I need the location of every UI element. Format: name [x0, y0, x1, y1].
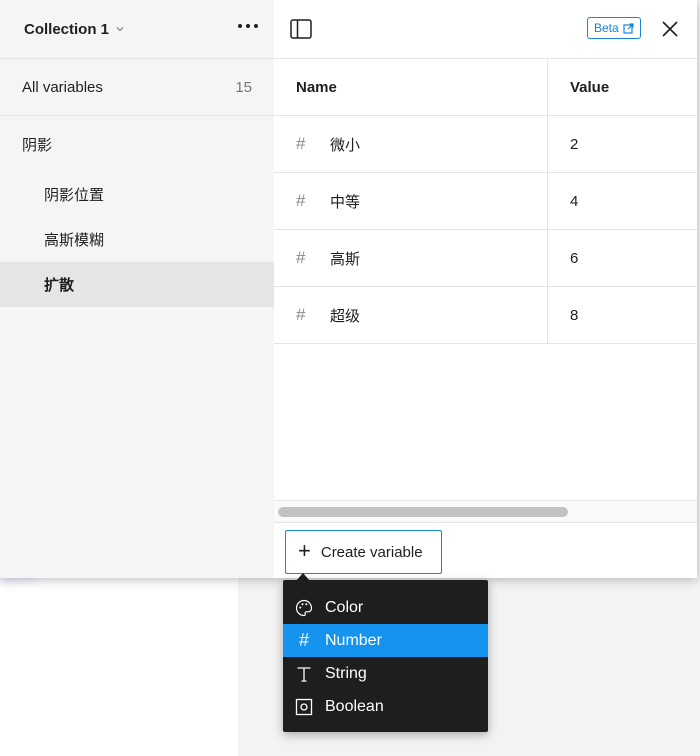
- variables-table-area: Beta Name Value # 微小 2 # 中等 4 # 高斯 6 # 超…: [274, 0, 697, 578]
- beta-badge[interactable]: Beta: [587, 17, 641, 39]
- variable-name-cell[interactable]: # 中等: [274, 173, 548, 229]
- menu-item-number[interactable]: # Number: [283, 624, 488, 657]
- subgroup-label: 高斯模糊: [44, 232, 105, 249]
- menu-item-label: Color: [325, 598, 364, 616]
- toggle-icon: [295, 698, 313, 716]
- all-variables-item[interactable]: All variables 15: [0, 58, 274, 116]
- number-type-icon: #: [296, 248, 306, 267]
- all-variables-label: All variables: [22, 78, 103, 96]
- variable-value-cell[interactable]: 4: [548, 173, 697, 229]
- menu-item-color[interactable]: Color: [283, 591, 488, 624]
- subgroup-item-gaussian-blur[interactable]: 高斯模糊: [0, 217, 274, 262]
- sidebar-toggle-icon[interactable]: [290, 19, 312, 39]
- subgroup-item-spread[interactable]: 扩散: [0, 262, 274, 307]
- column-header-value[interactable]: Value: [548, 59, 697, 115]
- create-variable-label: Create variable: [320, 543, 423, 561]
- table-footer: + Create variable: [274, 522, 697, 578]
- variable-value-cell[interactable]: 6: [548, 230, 697, 286]
- number-type-icon: #: [296, 191, 306, 210]
- variable-name: 微小: [330, 136, 361, 154]
- plus-icon: +: [298, 538, 311, 563]
- number-type-icon: #: [296, 134, 306, 153]
- variable-name-cell[interactable]: # 超级: [274, 287, 548, 343]
- close-icon[interactable]: [662, 21, 678, 37]
- menu-item-boolean[interactable]: Boolean: [283, 690, 488, 723]
- group-item-shadow[interactable]: 阴影: [0, 116, 274, 172]
- more-icon: [238, 24, 242, 28]
- variable-name: 高斯: [330, 250, 361, 268]
- variable-name-cell[interactable]: # 高斯: [274, 230, 548, 286]
- variables-panel: Collection 1 All variables 15 阴影 阴影位置 高斯…: [0, 0, 697, 578]
- subgroup-item-shadow-position[interactable]: 阴影位置: [0, 172, 274, 217]
- menu-item-string[interactable]: String: [283, 657, 488, 690]
- scrollbar-thumb[interactable]: [278, 507, 568, 517]
- collections-sidebar: Collection 1 All variables 15 阴影 阴影位置 高斯…: [0, 0, 274, 578]
- variable-name-cell[interactable]: # 微小: [274, 116, 548, 172]
- menu-item-label: Number: [325, 631, 382, 649]
- collection-name: Collection 1: [24, 20, 110, 38]
- variable-value-cell[interactable]: 8: [548, 287, 697, 343]
- collection-dropdown[interactable]: Collection 1: [24, 21, 125, 38]
- subgroup-label: 阴影位置: [44, 187, 105, 204]
- table-row[interactable]: # 微小 2: [274, 116, 697, 173]
- horizontal-scrollbar[interactable]: [274, 500, 697, 523]
- hash-icon: #: [298, 630, 309, 650]
- variable-name: 超级: [330, 307, 361, 325]
- create-variable-button[interactable]: + Create variable: [285, 530, 442, 574]
- table-row[interactable]: # 超级 8: [274, 287, 697, 344]
- palette-icon: [295, 599, 313, 617]
- number-type-icon: #: [296, 305, 306, 324]
- subgroup-label: 扩散: [44, 277, 75, 294]
- table-header-row: Name Value: [274, 59, 697, 116]
- column-header-name[interactable]: Name: [274, 59, 548, 115]
- sidebar-header: Collection 1: [0, 0, 274, 58]
- all-variables-count: 15: [235, 78, 252, 96]
- chevron-down-icon: [116, 27, 124, 32]
- external-link-icon: [623, 22, 634, 34]
- table-row[interactable]: # 中等 4: [274, 173, 697, 230]
- variable-name: 中等: [330, 193, 361, 211]
- group-label: 阴影: [22, 136, 53, 154]
- more-options-button[interactable]: [238, 20, 258, 32]
- menu-item-label: Boolean: [325, 697, 384, 715]
- table-toolbar: Beta: [274, 0, 697, 59]
- variable-value-cell[interactable]: 2: [548, 116, 697, 172]
- variable-type-menu: Color # Number String Boolean: [283, 580, 488, 732]
- beta-label: Beta: [594, 21, 619, 35]
- text-icon: [295, 665, 313, 683]
- menu-item-label: String: [325, 664, 367, 682]
- table-row[interactable]: # 高斯 6: [274, 230, 697, 287]
